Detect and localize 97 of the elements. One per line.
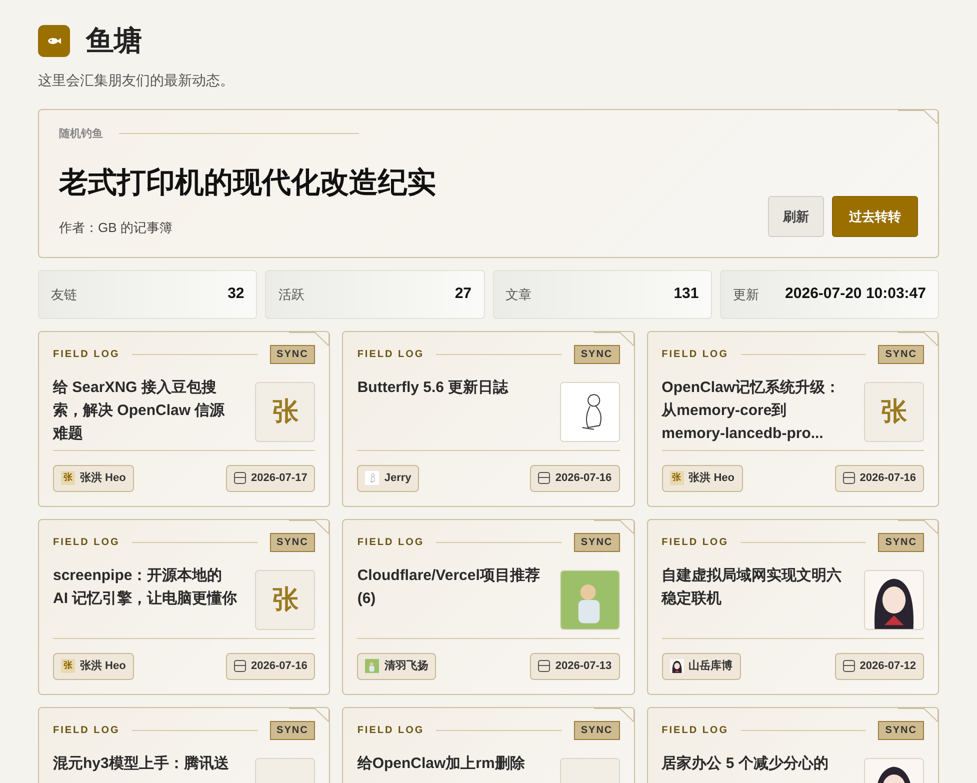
author-avatar — [670, 658, 684, 674]
post-title[interactable]: 给OpenClaw加上rm删除 — [357, 752, 525, 783]
photo-placeholder — [560, 570, 620, 630]
sync-badge: SYNC — [878, 345, 924, 364]
post-title[interactable]: screenpipe：开源本地的 AI 记忆引擎，让电脑更懂你 — [53, 564, 240, 638]
author-name: 山岳库博 — [688, 658, 733, 674]
author-avatar — [365, 658, 380, 674]
calendar-icon — [234, 660, 246, 672]
author-chip[interactable]: 张 张洪 Heo — [53, 652, 134, 680]
calendar-icon — [234, 472, 246, 484]
sync-badge: SYNC — [270, 345, 316, 364]
post-tag: FIELD LOG — [357, 347, 424, 362]
calendar-icon — [538, 660, 550, 672]
post-date: 2026-07-17 — [251, 470, 308, 486]
author-chip[interactable]: 张 张洪 Heo — [53, 464, 134, 492]
stat-value: 32 — [228, 284, 244, 304]
author-chip[interactable]: Jerry — [357, 464, 420, 492]
avatar-letter: 张 — [272, 583, 298, 616]
post-date: 2026-07-13 — [555, 658, 612, 674]
post-card[interactable]: FIELD LOG SYNC 给OpenClaw加上rm删除 — [342, 706, 635, 783]
author-name: Jerry — [384, 470, 412, 486]
corner-fold-icon — [898, 520, 938, 534]
stat-value: 131 — [674, 284, 699, 304]
post-title[interactable]: 混元hy3模型上手：腾讯送 — [53, 752, 229, 783]
thumbnail — [864, 570, 924, 630]
corner-fold-icon — [289, 520, 330, 534]
post-title[interactable]: Cloudflare/Vercel项目推荐(6) — [357, 564, 544, 638]
author-chip[interactable]: 张 张洪 Heo — [662, 464, 742, 492]
post-date: 2026-07-16 — [555, 470, 612, 486]
sync-badge: SYNC — [574, 345, 620, 364]
author-name: 张洪 Heo — [80, 658, 126, 674]
post-tag: FIELD LOG — [662, 347, 728, 362]
corner-fold-icon — [898, 708, 938, 722]
post-card[interactable]: FIELD LOG SYNC OpenClaw记忆系统升级：从memory-core到memory-lancedb-pro... 张 张 张洪 Heo 2026-07-16 — [646, 330, 939, 507]
post-title[interactable]: 给 SearXNG 接入豆包搜索，解决 OpenClaw 信源难题 — [53, 376, 240, 450]
featured-author: 作者：GB 的记事簿 — [59, 218, 174, 237]
fish-logo-icon — [38, 24, 70, 57]
stat-value: 27 — [454, 284, 472, 304]
sync-badge: SYNC — [270, 721, 316, 740]
page-title: 鱼塘 — [86, 24, 142, 58]
author-name: 清羽飞扬 — [384, 658, 428, 674]
sync-badge: SYNC — [574, 721, 620, 740]
author-avatar — [365, 470, 380, 486]
corner-fold-icon — [594, 332, 634, 346]
corner-fold-icon — [594, 708, 634, 722]
featured-title: 老式打印机的现代化改造纪实 — [59, 166, 436, 202]
post-card[interactable]: FIELD LOG SYNC 自建虚拟局域网实现文明六稳定联机 山岳库博 2026-07-12 — [646, 518, 939, 695]
post-tag: FIELD LOG — [357, 535, 424, 550]
post-tag: FIELD LOG — [53, 535, 120, 550]
author-name: 张洪 Heo — [688, 470, 734, 486]
calendar-icon — [538, 472, 550, 484]
calendar-icon — [842, 472, 855, 484]
thumbnail — [560, 382, 620, 442]
sync-badge: SYNC — [574, 533, 620, 552]
page-subtitle: 这里会汇集朋友们的最新动态。 — [38, 70, 235, 90]
section-label: 随机钓鱼 — [59, 126, 103, 142]
author-name: 张洪 Heo — [80, 470, 126, 486]
author-chip[interactable]: 山岳库博 — [662, 652, 741, 680]
post-title[interactable]: Butterfly 5.6 更新日誌 — [357, 376, 508, 450]
avatar-letter: 张 — [64, 471, 72, 484]
post-tag: FIELD LOG — [53, 347, 120, 362]
post-date: 2026-07-16 — [251, 658, 308, 674]
post-tag: FIELD LOG — [662, 723, 728, 738]
post-card[interactable]: FIELD LOG SYNC 给 SearXNG 接入豆包搜索，解决 OpenClaw 信源难题 张 张 张洪 Heo 2026-07-17 — [38, 330, 330, 507]
corner-fold-icon — [898, 332, 938, 346]
refresh-button[interactable]: 刷新 — [768, 196, 824, 238]
author-chip[interactable]: 清羽飞扬 — [357, 652, 436, 680]
post-title[interactable]: 居家办公 5 个减少分心的 — [662, 752, 828, 783]
post-card[interactable]: FIELD LOG SYNC 居家办公 5 个减少分心的 — [646, 706, 939, 783]
avatar-letter: 张 — [64, 659, 72, 672]
stat-label: 友链 — [51, 286, 77, 304]
stat-label: 更新 — [732, 286, 759, 304]
post-tag: FIELD LOG — [357, 723, 424, 738]
stat-label: 活跃 — [278, 286, 304, 304]
post-tag: FIELD LOG — [53, 723, 120, 738]
corner-fold-icon — [594, 520, 634, 534]
sync-badge: SYNC — [878, 533, 924, 552]
corner-fold-icon — [289, 332, 330, 346]
avatar-letter: 张 — [272, 395, 298, 428]
avatar-letter: 张 — [672, 471, 682, 484]
avatar-letter: 张 — [881, 395, 907, 428]
sync-badge: SYNC — [878, 721, 924, 740]
post-card[interactable]: FIELD LOG SYNC 混元hy3模型上手：腾讯送 — [38, 706, 330, 783]
post-tag: FIELD LOG — [662, 535, 728, 550]
post-title[interactable]: 自建虚拟局域网实现文明六稳定联机 — [662, 564, 848, 638]
sync-badge: SYNC — [270, 533, 316, 552]
post-title[interactable]: OpenClaw记忆系统升级：从memory-core到memory-lancedb-pro... — [662, 376, 848, 450]
post-card[interactable]: FIELD LOG SYNC screenpipe：开源本地的 AI 记忆引擎，让电脑更懂你 张 张 张洪 Heo 2026-07-16 — [38, 518, 330, 695]
post-date: 2026-07-12 — [860, 658, 916, 674]
corner-fold-icon — [289, 708, 330, 722]
calendar-icon — [842, 660, 855, 672]
post-date: 2026-07-16 — [860, 470, 916, 486]
stat-value: 2026-07-20 10:03:47 — [785, 284, 926, 304]
explore-button[interactable]: 过去转转 — [832, 196, 918, 238]
stat-label: 文章 — [506, 286, 532, 304]
post-card[interactable]: FIELD LOG SYNC Butterfly 5.6 更新日誌 Jerry 2026-07-16 — [342, 330, 635, 507]
post-card[interactable]: FIELD LOG SYNC Cloudflare/Vercel项目推荐(6) 清羽飞扬 2026-07-13 — [342, 518, 635, 695]
